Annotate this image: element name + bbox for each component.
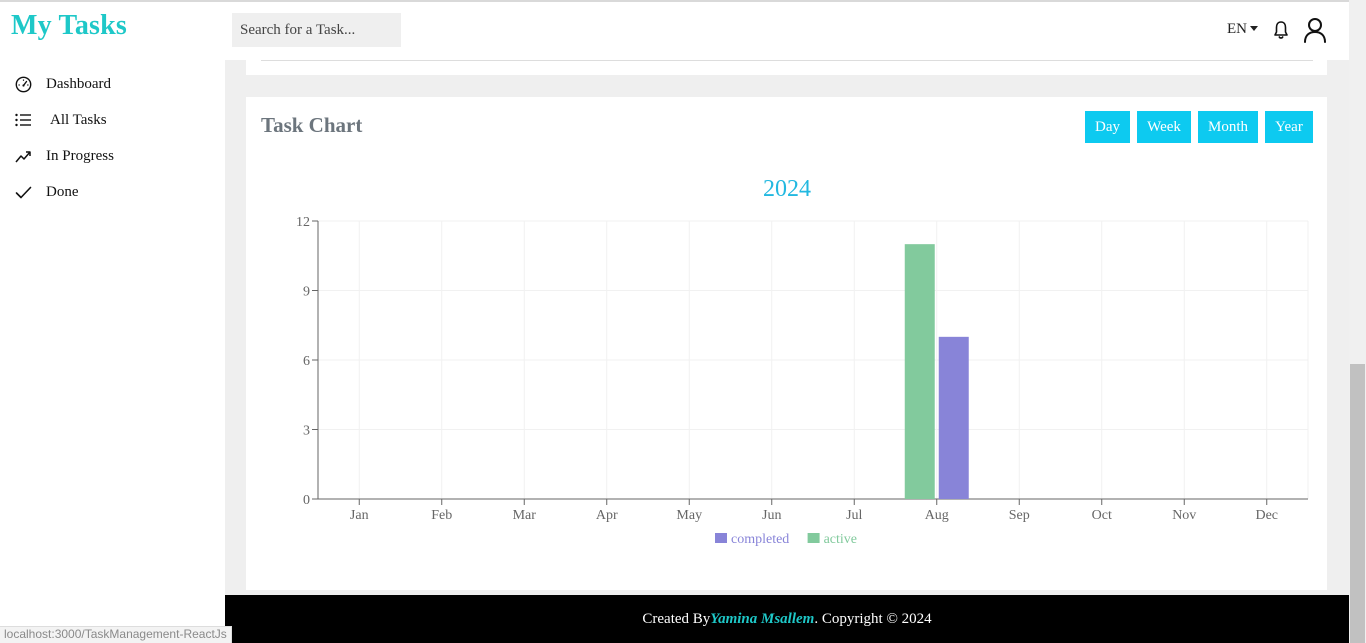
x-tick-label: Jun bbox=[762, 508, 781, 523]
legend-swatch-completed bbox=[715, 533, 727, 543]
chart-title: 2024 bbox=[763, 176, 811, 202]
sidebar-item-label: Dashboard bbox=[46, 75, 111, 92]
previous-card-bottom bbox=[246, 60, 1327, 75]
status-bar-url: localhost:3000/TaskManagement-ReactJs bbox=[0, 626, 232, 643]
y-tick-label: 9 bbox=[303, 285, 310, 300]
speedometer-icon bbox=[14, 75, 32, 93]
x-tick-label: Apr bbox=[596, 508, 618, 523]
check-icon bbox=[14, 183, 32, 201]
bar-completed-aug bbox=[938, 336, 969, 499]
legend-label-active: active bbox=[824, 532, 857, 547]
list-icon bbox=[14, 111, 32, 129]
x-tick-label: Oct bbox=[1092, 508, 1112, 523]
x-tick-label: Mar bbox=[513, 508, 537, 523]
search-input[interactable] bbox=[232, 13, 401, 47]
bell-icon[interactable] bbox=[1273, 20, 1289, 40]
x-tick-label: May bbox=[676, 508, 702, 523]
sidebar-item-label: All Tasks bbox=[50, 111, 107, 128]
sidebar-item-label: Done bbox=[46, 183, 79, 200]
sidebar-item-done[interactable]: Done bbox=[14, 183, 79, 201]
language-label: EN bbox=[1227, 21, 1247, 37]
x-tick-label: Jan bbox=[350, 508, 369, 523]
y-tick-label: 3 bbox=[303, 424, 310, 439]
x-tick-label: Jul bbox=[846, 508, 862, 523]
legend-label-completed: completed bbox=[731, 532, 789, 547]
x-tick-label: Feb bbox=[431, 508, 452, 523]
y-tick-label: 12 bbox=[296, 215, 310, 230]
y-tick-label: 6 bbox=[303, 354, 310, 369]
sidebar-item-dashboard[interactable]: Dashboard bbox=[14, 75, 111, 93]
sidebar-item-label: In Progress bbox=[46, 147, 114, 164]
caret-down-icon bbox=[1250, 25, 1258, 31]
bar-chart: 2024 0 3 6 9 12 Jan Feb Mar Apr May Jun Jul Aug Sep Oct… bbox=[296, 176, 1309, 547]
scrollbar-thumb[interactable] bbox=[1350, 364, 1365, 643]
bar-active-aug bbox=[904, 244, 935, 499]
task-chart-card: Task Chart Day Week Month Year 2024 0 3 6 9 1… bbox=[246, 97, 1327, 590]
footer: Created By Yamina Msallem . Copyright © … bbox=[225, 595, 1349, 643]
x-tick-label: Sep bbox=[1009, 508, 1030, 523]
user-icon[interactable] bbox=[1303, 17, 1327, 43]
language-dropdown[interactable]: EN bbox=[1227, 21, 1258, 38]
sidebar-item-all-tasks[interactable]: All Tasks bbox=[14, 111, 107, 129]
x-tick-label: Dec bbox=[1255, 508, 1278, 523]
footer-prefix: Created By bbox=[642, 610, 711, 627]
y-tick-label: 0 bbox=[303, 493, 310, 508]
legend-swatch-active bbox=[807, 533, 820, 543]
x-tick-label: Aug bbox=[925, 508, 949, 523]
app-logo[interactable]: My Tasks bbox=[11, 10, 127, 42]
previous-table-bottom-border bbox=[261, 60, 1313, 61]
sidebar-item-in-progress[interactable]: In Progress bbox=[14, 147, 114, 165]
x-tick-label: Nov bbox=[1172, 508, 1196, 523]
trend-up-icon bbox=[14, 147, 32, 165]
footer-copyright: . Copyright © 2024 bbox=[814, 610, 932, 627]
window-top-border bbox=[0, 0, 1366, 2]
sidebar: Dashboard All Tasks In Progress Done bbox=[0, 60, 225, 643]
footer-author-link[interactable]: Yamina Msallem bbox=[710, 611, 814, 628]
